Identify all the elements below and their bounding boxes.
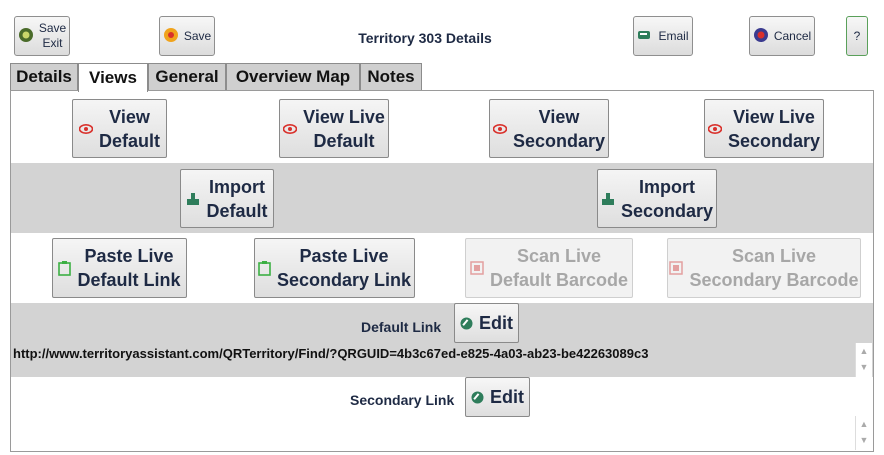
import-icon: [601, 192, 615, 206]
scan-live-secondary-l2: Secondary Barcode: [689, 270, 859, 290]
view-default-l2: Default: [98, 130, 160, 151]
help-label: ?: [853, 29, 861, 43]
pencil-icon: [471, 391, 484, 404]
help-button[interactable]: ?: [846, 16, 868, 56]
save-exit-button[interactable]: Save Exit: [14, 16, 70, 56]
eye-icon: [78, 123, 93, 134]
paste-live-secondary-l1: Paste Live: [299, 246, 389, 266]
import-secondary-l2: Secondary: [620, 200, 714, 221]
scan-live-secondary-l1: Scan Live: [731, 246, 817, 266]
tab-general[interactable]: General: [148, 63, 226, 90]
tab-overview-map[interactable]: Overview Map: [226, 63, 360, 90]
save-button[interactable]: Save: [159, 16, 215, 56]
eye-icon: [707, 123, 722, 134]
toolbar: Save Exit Save Territory 303 Details Ema…: [0, 0, 884, 62]
save-label: Save: [183, 29, 212, 43]
email-button[interactable]: Email: [633, 16, 693, 56]
import-secondary-button[interactable]: Import Secondary: [597, 169, 717, 228]
view-live-default-button[interactable]: View Live Default: [279, 99, 389, 158]
view-secondary-button[interactable]: View Secondary: [489, 99, 609, 158]
page-title: Territory 303 Details: [358, 30, 492, 46]
view-live-secondary-l2: Secondary: [727, 130, 821, 151]
import-secondary-l1: Import: [638, 176, 695, 197]
view-live-secondary-button[interactable]: View Live Secondary: [704, 99, 824, 158]
eye-icon: [283, 123, 298, 134]
view-secondary-l1: View: [538, 106, 580, 127]
import-band: [11, 163, 873, 233]
save-exit-label-1: Save: [38, 21, 67, 35]
tab-views-label: Views: [89, 68, 137, 87]
save-exit-icon: [18, 27, 34, 46]
default-link-url[interactable]: http://www.territoryassistant.com/QRTerr…: [13, 346, 853, 361]
cancel-label: Cancel: [773, 29, 812, 43]
email-icon: [637, 28, 653, 45]
clipboard-icon: [58, 260, 72, 276]
default-link-edit-button[interactable]: Edit: [454, 303, 519, 343]
view-live-secondary-l1: View Live: [733, 106, 815, 127]
pencil-icon: [460, 317, 473, 330]
scan-live-default-l1: Scan Live: [516, 246, 602, 266]
eye-icon: [492, 123, 507, 134]
views-panel: View Default View Live Default View Seconda…: [10, 90, 874, 452]
view-live-default-l1: View Live: [303, 106, 385, 127]
save-icon: [163, 27, 179, 46]
scan-live-default-button[interactable]: Scan Live Default Barcode: [465, 238, 633, 298]
paste-live-default-l2: Default Link: [77, 270, 181, 290]
secondary-link-scrollbar[interactable]: ▲ ▼: [855, 416, 872, 450]
default-link-edit-label: Edit: [479, 312, 513, 333]
default-link-scrollbar[interactable]: ▲ ▼: [855, 343, 872, 377]
view-secondary-l2: Secondary: [512, 130, 606, 151]
default-link-label: Default Link: [361, 319, 442, 335]
barcode-icon: [470, 261, 484, 275]
save-exit-label-2: Exit: [42, 36, 63, 50]
view-live-default-l2: Default: [313, 130, 375, 151]
paste-live-default-button[interactable]: Paste Live Default Link: [52, 238, 187, 298]
import-default-l2: Default: [206, 200, 268, 221]
paste-live-secondary-button[interactable]: Paste Live Secondary Link: [254, 238, 415, 298]
tab-details[interactable]: Details: [10, 63, 78, 90]
clipboard-icon: [258, 260, 271, 276]
tab-views[interactable]: Views: [78, 63, 148, 92]
view-default-l1: View: [109, 106, 150, 127]
default-link-band: [11, 303, 873, 377]
import-default-l1: Import: [208, 176, 265, 197]
import-icon: [186, 192, 200, 206]
tab-overview-map-label: Overview Map: [235, 67, 351, 86]
view-default-button[interactable]: View Default: [72, 99, 167, 158]
barcode-icon: [669, 261, 684, 275]
tab-notes[interactable]: Notes: [360, 63, 422, 90]
paste-live-default-l1: Paste Live: [84, 246, 174, 266]
secondary-link-edit-button[interactable]: Edit: [465, 377, 530, 417]
secondary-link-edit-label: Edit: [490, 386, 524, 407]
cancel-icon: [753, 27, 769, 46]
tab-details-label: Details: [16, 67, 72, 86]
import-default-button[interactable]: Import Default: [180, 169, 274, 228]
tab-notes-label: Notes: [367, 67, 415, 86]
scan-live-secondary-button[interactable]: Scan Live Secondary Barcode: [667, 238, 861, 298]
email-label: Email: [658, 29, 689, 43]
tab-general-label: General: [155, 67, 219, 86]
secondary-link-label: Secondary Link: [350, 392, 455, 408]
cancel-button[interactable]: Cancel: [749, 16, 815, 56]
scan-live-default-l2: Default Barcode: [489, 270, 629, 290]
paste-live-secondary-l2: Secondary Link: [276, 270, 412, 290]
